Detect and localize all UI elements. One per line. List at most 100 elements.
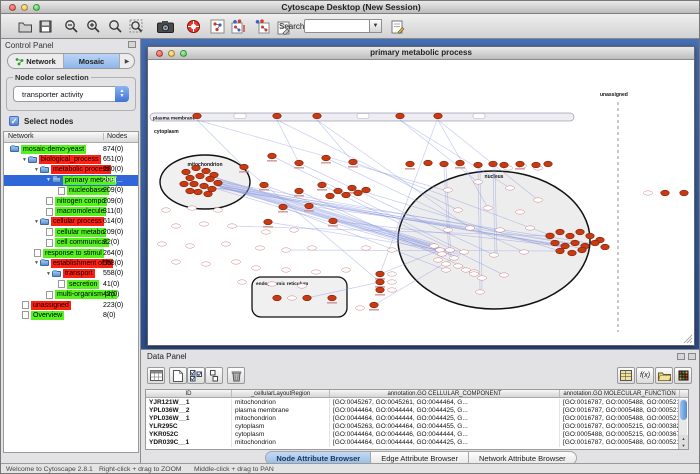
tree-row[interactable]: response to stimul264(0): [4, 248, 138, 258]
graph-node-label[interactable]: [442, 262, 451, 266]
graph-node[interactable]: [561, 243, 569, 249]
graph-node[interactable]: [190, 181, 198, 187]
graph-node[interactable]: [240, 164, 248, 170]
graph-node-label[interactable]: [288, 296, 297, 300]
graph-node[interactable]: [202, 168, 210, 174]
graph-node[interactable]: [260, 182, 268, 188]
graph-node-label[interactable]: [500, 273, 509, 277]
graph-node-label[interactable]: [466, 226, 475, 230]
graph-node[interactable]: [305, 203, 313, 209]
network-canvas[interactable]: plasma membrane cytoplasm mitochondrion …: [148, 60, 694, 345]
graph-node-label[interactable]: [186, 244, 195, 248]
graph-node-label[interactable]: [450, 256, 459, 260]
import-table-icon[interactable]: [617, 367, 635, 384]
graph-node-label[interactable]: [252, 266, 261, 270]
tree-row[interactable]: multi-organism pro42(0): [4, 289, 138, 299]
table-row[interactable]: YJR121W__1mitochondrion[GO:0045267, GO:0…: [146, 399, 688, 407]
graph-node[interactable]: [192, 165, 200, 171]
tree-row[interactable]: cell communicat22(0): [4, 238, 138, 248]
graph-node-label[interactable]: [158, 242, 167, 246]
search-input[interactable]: [304, 19, 370, 33]
graph-edge[interactable]: [216, 178, 438, 246]
select-nodes-checkbox[interactable]: ✓: [9, 116, 19, 126]
graph-node[interactable]: [326, 193, 334, 199]
graph-node-label[interactable]: [478, 276, 487, 280]
disclosure-triangle-icon[interactable]: ▼: [46, 271, 51, 277]
graph-node[interactable]: [349, 159, 357, 165]
import-file-icon[interactable]: [655, 367, 673, 384]
graph-node-label[interactable]: [268, 282, 277, 286]
graph-node[interactable]: [396, 113, 404, 119]
graph-node[interactable]: [204, 191, 212, 197]
graph-node-label[interactable]: [490, 253, 499, 257]
graph-node[interactable]: [546, 233, 554, 239]
graph-node-label[interactable]: [444, 188, 453, 192]
graph-node-label[interactable]: [444, 228, 453, 232]
graph-node[interactable]: [500, 162, 508, 168]
zoom-out-icon[interactable]: [63, 18, 80, 35]
graph-node[interactable]: [268, 153, 276, 159]
disclosure-triangle-icon[interactable]: ▼: [22, 157, 27, 163]
graph-node-label[interactable]: [474, 180, 483, 184]
dropdown-stepper-icon[interactable]: ▲▼: [115, 86, 129, 102]
tree-row[interactable]: unassigned223(0): [4, 300, 138, 310]
graph-node[interactable]: [601, 244, 609, 250]
graph-node-label[interactable]: [290, 228, 299, 232]
table-row[interactable]: YPL036W__2plasma membrane[GO:0044464, GO…: [146, 407, 688, 415]
graph-node[interactable]: [194, 189, 202, 195]
disclosure-triangle-icon[interactable]: ▼: [34, 260, 39, 266]
graph-node-label[interactable]: [172, 224, 181, 228]
graph-node[interactable]: [180, 181, 188, 187]
graph-node[interactable]: [196, 173, 204, 179]
search-dropdown-arrow-icon[interactable]: ▼: [370, 19, 382, 33]
graph-node[interactable]: [544, 161, 552, 167]
help-icon[interactable]: [185, 18, 202, 35]
graph-node[interactable]: [424, 160, 432, 166]
zoom-selected-icon[interactable]: [107, 18, 124, 35]
graph-node[interactable]: [182, 169, 190, 175]
graph-node[interactable]: [440, 161, 448, 167]
graph-edge[interactable]: [277, 120, 299, 163]
graph-node[interactable]: [556, 229, 564, 235]
graph-node-label[interactable]: [188, 206, 197, 210]
save-session-icon[interactable]: [37, 18, 54, 35]
graph-node[interactable]: [328, 295, 336, 301]
graph-node-label[interactable]: [282, 268, 291, 272]
table-row[interactable]: YKR052Ccytoplasm[GO:0044464, GO:0044446,…: [146, 431, 688, 439]
graph-node[interactable]: [334, 188, 342, 194]
search-options-icon[interactable]: [389, 18, 406, 35]
graph-node[interactable]: [295, 160, 303, 166]
disclosure-triangle-icon[interactable]: ▼: [34, 219, 39, 225]
graph-node-label[interactable]: [172, 260, 181, 264]
column-header[interactable]: annotation.GO CELLULAR_COMPONENT: [330, 390, 560, 397]
graph-node-label[interactable]: [282, 248, 291, 252]
graph-node-label[interactable]: [476, 290, 485, 294]
graph-node[interactable]: [456, 160, 464, 166]
graph-node-label[interactable]: [228, 224, 237, 228]
graph-node[interactable]: [578, 247, 586, 253]
graph-node-label[interactable]: [256, 246, 265, 250]
graph-node-label[interactable]: [454, 208, 463, 212]
graph-node[interactable]: [193, 113, 201, 119]
graph-node[interactable]: [406, 161, 414, 167]
graph-node-label[interactable]: [520, 250, 529, 254]
graph-node-label[interactable]: [516, 210, 525, 214]
graph-node[interactable]: [295, 188, 303, 194]
heatmap-icon[interactable]: [674, 367, 692, 384]
tab-overflow-arrow-icon[interactable]: ▶: [120, 54, 134, 68]
graph-node[interactable]: [354, 190, 362, 196]
attribute-table[interactable]: ID_cellularLayoutRegionannotation.GO CEL…: [145, 389, 689, 450]
graph-node-label[interactable]: [460, 250, 469, 254]
graph-node-label[interactable]: [496, 228, 505, 232]
graph-node-label[interactable]: [442, 268, 451, 272]
graph-node[interactable]: [186, 175, 194, 181]
graph-node-label[interactable]: [484, 206, 493, 210]
tree-row[interactable]: ▼primary metabo209(...: [4, 175, 138, 185]
nucleus-region[interactable]: [398, 171, 590, 309]
disclosure-triangle-icon[interactable]: ▼: [34, 167, 39, 173]
graph-node[interactable]: [489, 161, 497, 167]
graph-node-label[interactable]: [312, 270, 321, 274]
graph-node-label[interactable]: [342, 268, 351, 272]
graph-node-label[interactable]: [232, 260, 241, 264]
graph-node-label[interactable]: [262, 230, 271, 234]
